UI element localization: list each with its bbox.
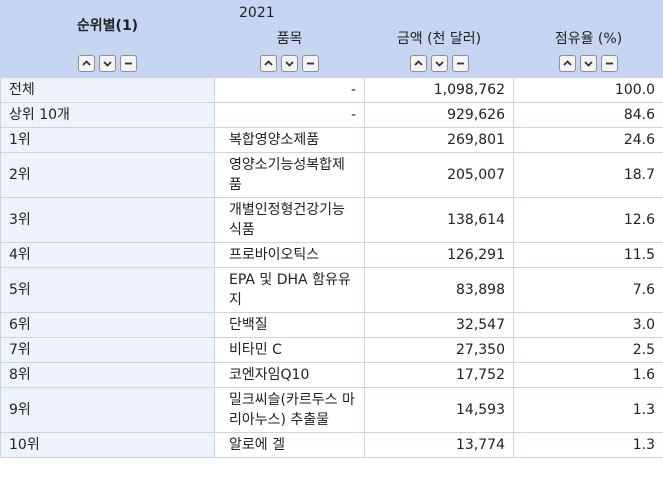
- column-header-share: 점유율 (%): [512, 25, 663, 50]
- share-cell: 3.0: [512, 312, 663, 338]
- amount-cell: 269,801: [364, 127, 514, 153]
- rank-cell: 8위: [0, 362, 215, 388]
- rank-cell: 1위: [0, 127, 215, 153]
- amount-cell: 14,593: [364, 387, 514, 433]
- share-column-sort-descending-button[interactable]: [580, 55, 597, 72]
- rank-cell: 전체: [0, 77, 215, 103]
- rank-column-controls: [0, 49, 215, 78]
- item-cell: 단백질: [214, 312, 365, 338]
- rank-column-reset-sort-button[interactable]: [120, 55, 137, 72]
- share-cell: 18.7: [512, 152, 663, 198]
- share-cell: 11.5: [512, 242, 663, 268]
- amount-column-sort-descending-button[interactable]: [430, 55, 448, 72]
- share-cell: 12.6: [512, 197, 663, 243]
- amount-cell: 83,898: [364, 267, 514, 313]
- share-column-controls: [512, 49, 663, 78]
- year-header: 2021: [213, 0, 663, 26]
- item-cell: 코엔자임Q10: [214, 362, 365, 388]
- item-cell: 복합영양소제품: [214, 127, 365, 153]
- corner-label: 순위별(1): [0, 0, 215, 50]
- item-cell: 개별인정형건강기능식품: [214, 197, 365, 243]
- table-row: 10위 알로에 겔 13,774 1.3: [0, 432, 663, 458]
- amount-cell: 929,626: [364, 102, 514, 128]
- amount-cell: 138,614: [364, 197, 514, 243]
- share-cell: 1.3: [512, 387, 663, 433]
- share-cell: 7.6: [512, 267, 663, 313]
- rank-cell: 3위: [0, 197, 215, 243]
- item-cell: EPA 및 DHA 함유유지: [214, 267, 365, 313]
- rank-cell: 상위 10개: [0, 102, 215, 128]
- share-cell: 100.0: [512, 77, 663, 103]
- rank-cell: 7위: [0, 337, 215, 363]
- column-header-item: 품목: [214, 25, 365, 50]
- share-cell: 84.6: [512, 102, 663, 128]
- share-cell: 1.6: [512, 362, 663, 388]
- amount-column-reset-sort-button[interactable]: [451, 55, 469, 72]
- table-row: 3위 개별인정형건강기능식품 138,614 12.6: [0, 197, 663, 243]
- amount-cell: 126,291: [364, 242, 514, 268]
- amount-column-sort-ascending-button[interactable]: [409, 55, 427, 72]
- rank-column-sort-descending-button[interactable]: [99, 55, 116, 72]
- amount-cell: 205,007: [364, 152, 514, 198]
- share-column-sort-ascending-button[interactable]: [559, 55, 576, 72]
- amount-column-controls: [364, 49, 514, 78]
- item-cell: 프로바이오틱스: [214, 242, 365, 268]
- item-cell: -: [214, 77, 365, 103]
- table-row: 4위 프로바이오틱스 126,291 11.5: [0, 242, 663, 268]
- item-column-sort-ascending-button[interactable]: [260, 55, 277, 72]
- rank-cell: 4위: [0, 242, 215, 268]
- item-column-controls: [214, 49, 365, 78]
- amount-cell: 27,350: [364, 337, 514, 363]
- table-row: 9위 밀크씨슬(카르두스 마리아누스) 추출물 14,593 1.3: [0, 387, 663, 433]
- share-cell: 24.6: [512, 127, 663, 153]
- amount-cell: 32,547: [364, 312, 514, 338]
- item-cell: 밀크씨슬(카르두스 마리아누스) 추출물: [214, 387, 365, 433]
- column-header-amount: 금액 (천 달러): [364, 25, 514, 50]
- rank-cell: 9위: [0, 387, 215, 433]
- item-cell: 알로에 겔: [214, 432, 365, 458]
- amount-cell: 17,752: [364, 362, 514, 388]
- amount-cell: 1,098,762: [364, 77, 514, 103]
- data-table: 순위별(1) 2021 품목 금액 (천 달러) 점유율 (%) 전체 -1,09…: [0, 0, 663, 458]
- table-row: 5위 EPA 및 DHA 함유유지 83,898 7.6: [0, 267, 663, 313]
- amount-cell: 13,774: [364, 432, 514, 458]
- table-row: 상위 10개 -929,626 84.6: [0, 102, 663, 128]
- item-cell: 영양소기능성복합제품: [214, 152, 365, 198]
- rank-cell: 2위: [0, 152, 215, 198]
- share-cell: 2.5: [512, 337, 663, 363]
- item-cell: -: [214, 102, 365, 128]
- table-row: 전체 -1,098,762 100.0: [0, 77, 663, 103]
- table-row: 2위 영양소기능성복합제품 205,007 18.7: [0, 152, 663, 198]
- table-row: 1위 복합영양소제품 269,801 24.6: [0, 127, 663, 153]
- rank-cell: 5위: [0, 267, 215, 313]
- rank-column-sort-ascending-button[interactable]: [78, 55, 95, 72]
- rank-cell: 10위: [0, 432, 215, 458]
- share-column-reset-sort-button[interactable]: [601, 55, 618, 72]
- table-row: 6위 단백질 32,547 3.0: [0, 312, 663, 338]
- item-cell: 비타민 C: [214, 337, 365, 363]
- share-cell: 1.3: [512, 432, 663, 458]
- item-column-sort-descending-button[interactable]: [281, 55, 298, 72]
- item-column-reset-sort-button[interactable]: [302, 55, 319, 72]
- table-row: 8위 코엔자임Q10 17,752 1.6: [0, 362, 663, 388]
- rank-cell: 6위: [0, 312, 215, 338]
- table-row: 7위 비타민 C 27,350 2.5: [0, 337, 663, 363]
